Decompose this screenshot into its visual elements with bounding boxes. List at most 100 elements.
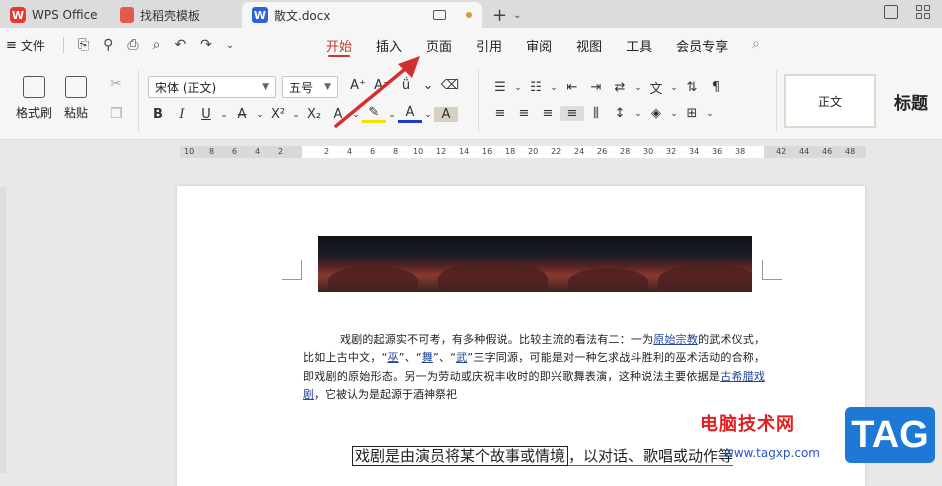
print-icon[interactable]: ⎙	[127, 37, 138, 53]
vertical-ruler[interactable]	[0, 187, 6, 473]
tab-insert[interactable]: 插入	[364, 28, 414, 62]
watermark-site-name: 电脑技术网	[700, 414, 795, 435]
screen-icon[interactable]	[433, 10, 446, 20]
hyperlink[interactable]: 舞	[422, 351, 433, 364]
hyperlink[interactable]: 原始宗教	[653, 333, 698, 346]
tab-template[interactable]: 找稻壳模板	[110, 2, 242, 28]
tab-member[interactable]: 会员专享	[664, 28, 740, 62]
boxed-text[interactable]: 戏剧是由演员将某个故事或情境	[352, 446, 569, 466]
align-right-icon[interactable]: ≡	[536, 106, 560, 121]
file-label: 文件	[20, 38, 45, 53]
phonetic-icon[interactable]: ǘ	[394, 78, 418, 93]
align-left-icon[interactable]: ≡	[488, 106, 512, 121]
style-normal[interactable]: 正文	[784, 74, 876, 128]
redo-icon[interactable]: ↷	[200, 37, 212, 53]
sidebar-toggle-icon[interactable]	[884, 5, 898, 19]
tab-references[interactable]: 引用	[464, 28, 514, 62]
font-color-icon[interactable]: A	[398, 106, 422, 123]
undo-icon[interactable]: ↶	[174, 37, 186, 53]
tab-home[interactable]: 开始	[314, 28, 364, 62]
chevron-down-icon[interactable]: ⌄	[704, 109, 716, 119]
underline-icon[interactable]: U	[194, 107, 218, 122]
tab-document[interactable]: W 散文.docx	[242, 2, 482, 28]
chevron-down-icon[interactable]: ⌄	[218, 110, 230, 120]
document-page[interactable]: 戏剧的起源实不可考，有多种假说。比较主流的看法有二：一为原始宗教的武术仪式，比如…	[177, 186, 865, 486]
chinese-layout-icon[interactable]: 文	[644, 78, 668, 97]
chevron-down-icon[interactable]: ⌄	[418, 78, 438, 93]
clear-format-icon[interactable]: ⌫	[438, 78, 462, 93]
bullet-list-icon[interactable]: ☰	[488, 80, 512, 95]
file-menu[interactable]: ≡ 文件	[0, 37, 45, 54]
strikethrough-icon[interactable]: A	[230, 107, 254, 122]
plus-icon: +	[492, 4, 508, 26]
apps-grid-icon[interactable]	[916, 5, 930, 19]
font-size-select[interactable]: 五号 ▼	[282, 76, 338, 98]
cut-icon[interactable]: ✂	[110, 76, 122, 92]
chevron-down-icon[interactable]: ⌄	[386, 110, 398, 120]
share-icon[interactable]: ⚲	[103, 37, 113, 53]
style-heading-label: 标题	[894, 93, 928, 114]
highlight-icon[interactable]: ✎	[362, 106, 386, 123]
shading-icon[interactable]: ◈	[644, 106, 668, 121]
ruler-tick: 2	[324, 147, 330, 156]
bold-icon[interactable]: B	[146, 107, 170, 122]
text-run: ”、“	[398, 351, 422, 365]
sort-icon[interactable]: ⇅	[680, 80, 704, 95]
tab-page[interactable]: 页面	[414, 28, 464, 62]
chevron-down-icon[interactable]: ⌄	[632, 109, 644, 119]
copy-icon[interactable]: ❐	[110, 106, 123, 122]
format-painter-button[interactable]: 格式刷	[16, 76, 52, 121]
ruler-tick: 24	[574, 147, 585, 156]
tab-view[interactable]: 视图	[564, 28, 614, 62]
paste-button[interactable]: 粘贴	[64, 76, 88, 121]
header-image[interactable]	[318, 236, 752, 292]
tab-label: 找稻壳模板	[140, 8, 201, 23]
image-detail	[438, 262, 548, 292]
more-chevron-icon[interactable]: ⌄	[226, 40, 234, 51]
font-name-select[interactable]: 宋体 (正文) ▼	[148, 76, 276, 98]
char-shading-icon[interactable]: A	[434, 107, 458, 122]
tab-review[interactable]: 审阅	[514, 28, 564, 62]
italic-icon[interactable]: I	[170, 107, 194, 122]
superscript-icon[interactable]: X²	[266, 107, 290, 122]
tab-wps-office[interactable]: W WPS Office	[0, 2, 110, 28]
chevron-down-icon[interactable]: ⌄	[632, 83, 644, 93]
horizontal-ruler[interactable]: 10 8 6 4 2 2 4 6 8 10 12 14 16 18 20 22 …	[180, 146, 866, 158]
ruler-tick: 32	[666, 147, 677, 156]
chevron-down-icon[interactable]: ⌄	[668, 83, 680, 93]
distributed-icon[interactable]: ⫼	[584, 106, 608, 121]
hyperlink[interactable]: 武	[456, 351, 467, 364]
underlined-text[interactable]: ，以对话、歌唱或动作等	[568, 447, 734, 466]
increase-indent-icon[interactable]: ⇥	[584, 80, 608, 95]
show-marks-icon[interactable]: ¶	[704, 80, 728, 95]
chevron-down-icon[interactable]: ⌄	[548, 83, 560, 93]
body-paragraph[interactable]: 戏剧的起源实不可考，有多种假说。比较主流的看法有二：一为原始宗教的武术仪式，比如…	[303, 331, 765, 404]
chevron-down-icon[interactable]: ⌄	[422, 110, 434, 120]
new-tab-button[interactable]: + ⌄	[492, 2, 521, 28]
tab-tools[interactable]: 工具	[614, 28, 664, 62]
char-direction-icon[interactable]: ⇄	[608, 80, 632, 95]
border-icon[interactable]: ⊞	[680, 106, 704, 121]
template-icon	[120, 7, 134, 23]
print-preview-icon[interactable]: ⌕	[153, 37, 161, 53]
hyperlink[interactable]: 巫	[387, 351, 398, 364]
grow-font-icon[interactable]: A⁺	[346, 78, 370, 93]
align-center-icon[interactable]: ≡	[512, 106, 536, 121]
search-icon[interactable]: ⌕	[752, 36, 760, 52]
chevron-down-icon[interactable]: ⌄	[290, 110, 302, 120]
chevron-down-icon[interactable]: ⌄	[668, 109, 680, 119]
style-heading[interactable]: 标题	[880, 74, 942, 128]
subscript-icon[interactable]: X₂	[302, 107, 326, 122]
chevron-down-icon[interactable]: ⌄	[512, 83, 524, 93]
justify-icon[interactable]: ≡	[560, 106, 584, 121]
shrink-font-icon[interactable]: A⁻	[370, 78, 394, 93]
tab-label: WPS Office	[32, 8, 98, 22]
numbered-list-icon[interactable]: ☷	[524, 80, 548, 95]
selected-text-line[interactable]: 戏剧是由演员将某个故事或情境 ，以对话、歌唱或动作等	[352, 445, 734, 466]
line-spacing-icon[interactable]: ↕	[608, 106, 632, 121]
chevron-down-icon[interactable]: ⌄	[254, 110, 266, 120]
save-icon[interactable]: ⎘	[78, 37, 89, 53]
decrease-indent-icon[interactable]: ⇤	[560, 80, 584, 95]
text-effect-icon[interactable]: A	[326, 107, 350, 122]
chevron-down-icon[interactable]: ⌄	[350, 110, 362, 120]
